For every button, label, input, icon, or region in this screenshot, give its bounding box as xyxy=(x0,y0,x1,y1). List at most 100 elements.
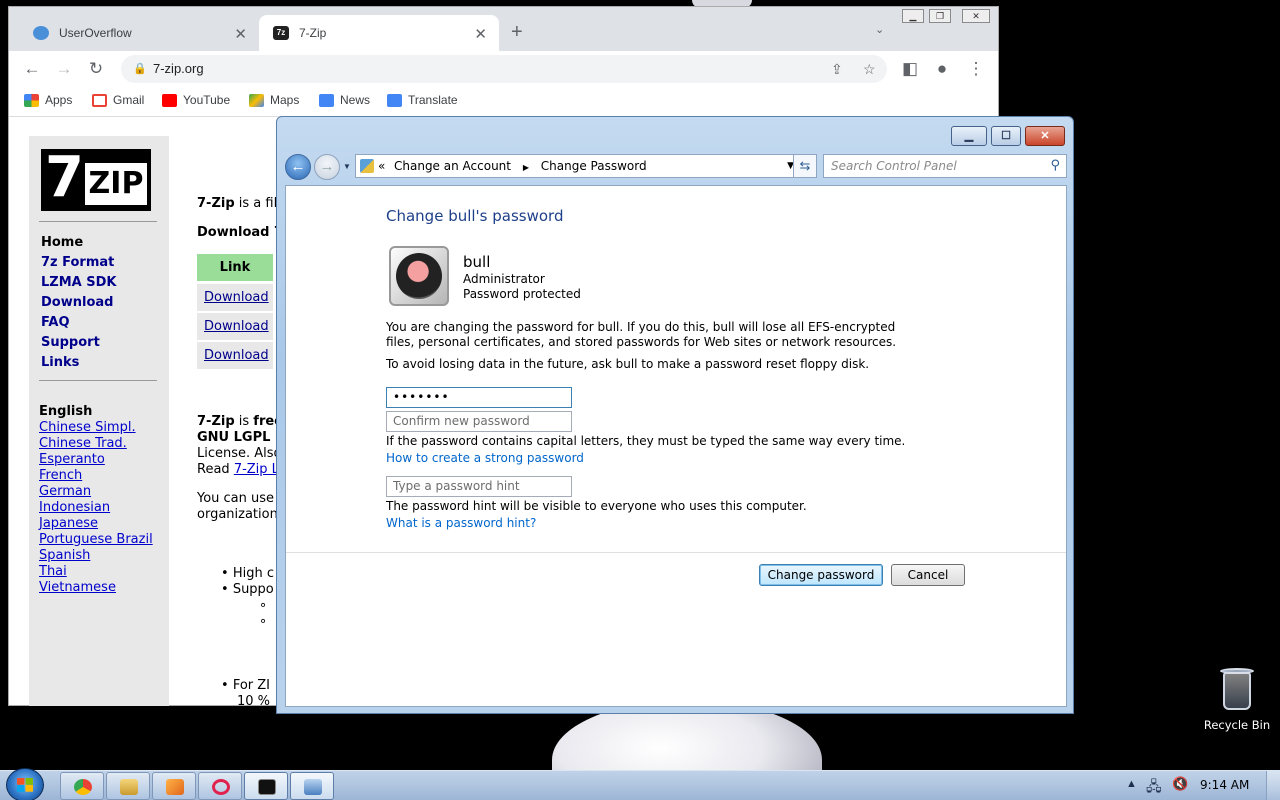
nav-download[interactable]: Download xyxy=(41,295,113,310)
feature-bullet: • High c xyxy=(221,566,274,581)
nav-links[interactable]: Links xyxy=(41,355,79,370)
recent-pages-dropdown-icon[interactable]: ▼ xyxy=(343,162,351,171)
close-window-button[interactable]: ✕ xyxy=(962,9,990,23)
nav-lzma-sdk[interactable]: LZMA SDK xyxy=(41,275,116,290)
language-link[interactable]: Japanese xyxy=(39,516,98,531)
taskbar-opera[interactable] xyxy=(198,772,242,800)
close-window-button[interactable]: ✕ xyxy=(1025,126,1065,146)
share-icon[interactable]: ⇪ xyxy=(831,55,843,83)
language-link[interactable]: Spanish xyxy=(39,548,90,563)
taskbar-control-panel[interactable] xyxy=(290,772,334,800)
taskbar-media-player[interactable] xyxy=(152,772,196,800)
show-hidden-icons-chevron-icon[interactable]: ▲ xyxy=(1126,778,1137,790)
cancel-button[interactable]: Cancel xyxy=(891,564,965,586)
tab-title: UserOverflow xyxy=(59,26,132,40)
forward-arrow-icon[interactable]: → xyxy=(53,58,75,80)
new-tab-button[interactable]: + xyxy=(511,21,523,44)
volume-muted-icon[interactable]: 🔇 xyxy=(1172,776,1188,792)
control-panel-icon xyxy=(304,779,322,795)
navigation-bar: ← → ▼ « Change an Account ▶ Change Passw… xyxy=(285,154,1067,180)
download-link[interactable]: Download xyxy=(197,284,273,311)
bookmark-youtube[interactable]: YouTube xyxy=(162,93,230,107)
breadcrumb-overflow[interactable]: « xyxy=(378,155,385,177)
maximize-button[interactable]: ☐ xyxy=(991,126,1021,146)
bookmark-maps[interactable]: Maps xyxy=(249,93,299,107)
license-link[interactable]: 7-Zip L xyxy=(234,462,279,477)
show-desktop-button[interactable] xyxy=(1266,771,1280,800)
download-link[interactable]: Download xyxy=(197,313,273,340)
language-link[interactable]: German xyxy=(39,484,91,499)
tab-7zip[interactable]: 7z 7-Zip ✕ xyxy=(259,15,499,51)
nav-7z-format[interactable]: 7z Format xyxy=(41,255,114,270)
taskbar: ▲ 🖧 🔇 9:14 AM xyxy=(0,768,1280,800)
news-icon xyxy=(319,93,334,107)
reload-icon[interactable]: ↻ xyxy=(85,58,107,80)
language-link[interactable]: Chinese Simpl. xyxy=(39,420,136,435)
download-link[interactable]: Download xyxy=(197,342,273,369)
language-link[interactable]: Portuguese Brazil xyxy=(39,532,153,547)
side-panel-icon[interactable]: ◧ xyxy=(899,58,921,80)
sub-bullet: ∘ xyxy=(259,598,268,613)
search-icon[interactable]: ⚲ xyxy=(1050,155,1060,177)
menu-kebab-icon[interactable]: ⋮ xyxy=(965,58,987,80)
nav-home[interactable]: Home xyxy=(41,235,83,250)
breadcrumb-change-password[interactable]: Change Password xyxy=(541,159,647,173)
system-clock[interactable]: 9:14 AM xyxy=(1200,778,1249,792)
tab-useroverflow[interactable]: UserOverflow ✕ xyxy=(19,15,259,51)
bookmark-label: Apps xyxy=(45,93,73,107)
intro-text: 7-Zip is a fil xyxy=(197,196,278,211)
strong-password-link[interactable]: How to create a strong password xyxy=(386,451,584,465)
bookmark-news[interactable]: News xyxy=(319,93,370,107)
back-arrow-icon[interactable]: ← xyxy=(285,154,311,180)
language-link[interactable]: French xyxy=(39,468,82,483)
new-password-field[interactable]: ••••••• xyxy=(386,387,572,408)
breadcrumb-separator-icon[interactable]: ▶ xyxy=(523,163,529,172)
useroverflow-favicon xyxy=(33,26,49,40)
hint-note: The password hint will be visible to eve… xyxy=(386,499,807,513)
refresh-icon[interactable]: ⇆ xyxy=(793,154,817,178)
breadcrumb-change-account[interactable]: Change an Account xyxy=(394,159,511,173)
bookmark-gmail[interactable]: Gmail xyxy=(92,93,144,107)
browser-toolbar: ← → ↻ 🔒 7-zip.org ⇪ ☆ ◧ ● ⋮ xyxy=(9,51,998,87)
minimize-button[interactable]: ▁ xyxy=(902,9,924,23)
tab-title: 7-Zip xyxy=(299,26,327,40)
start-button[interactable] xyxy=(6,768,44,800)
bookmark-apps[interactable]: Apps xyxy=(24,93,72,107)
language-link[interactable]: Vietnamese xyxy=(39,580,116,595)
forward-arrow-icon[interactable]: → xyxy=(314,154,340,180)
nav-faq[interactable]: FAQ xyxy=(41,315,70,330)
language-link[interactable]: Chinese Trad. xyxy=(39,436,127,451)
network-icon[interactable]: 🖧 xyxy=(1146,776,1162,800)
address-breadcrumb[interactable]: « Change an Account ▶ Change Password ▼ xyxy=(355,154,801,178)
password-hint-link[interactable]: What is a password hint? xyxy=(386,516,536,530)
language-link[interactable]: Esperanto xyxy=(39,452,105,467)
sub-bullet: ∘ xyxy=(259,614,268,629)
bookmark-star-icon[interactable]: ☆ xyxy=(863,55,876,83)
tab-search-chevron-icon[interactable]: ⌄ xyxy=(875,23,884,36)
page-title: Change bull's password xyxy=(386,207,564,225)
back-arrow-icon[interactable]: ← xyxy=(21,58,43,80)
language-link[interactable]: Indonesian xyxy=(39,500,110,515)
turntable-picture-icon xyxy=(396,253,442,299)
profile-avatar-icon[interactable]: ● xyxy=(931,58,953,80)
close-tab-icon[interactable]: ✕ xyxy=(234,25,247,43)
password-hint-field[interactable]: Type a password hint xyxy=(386,476,572,497)
search-control-panel-input[interactable]: Search Control Panel ⚲ xyxy=(823,154,1067,178)
bookmark-translate[interactable]: Translate xyxy=(387,93,458,107)
taskbar-cmd[interactable] xyxy=(244,772,288,800)
taskbar-explorer[interactable] xyxy=(106,772,150,800)
close-tab-icon[interactable]: ✕ xyxy=(474,25,487,43)
recycle-bin-shortcut[interactable]: Recycle Bin xyxy=(1200,666,1274,732)
taskbar-chrome[interactable] xyxy=(60,772,104,800)
change-password-button[interactable]: Change password xyxy=(759,564,883,586)
apps-grid-icon xyxy=(24,93,39,107)
nav-support[interactable]: Support xyxy=(41,335,100,350)
efs-warning-text: You are changing the password for bull. … xyxy=(386,320,897,349)
restore-button[interactable]: ❐ xyxy=(929,9,951,23)
minimize-button[interactable]: ▁ xyxy=(951,126,987,146)
address-bar[interactable]: 🔒 7-zip.org ⇪ ☆ xyxy=(121,55,887,83)
opera-icon xyxy=(212,779,230,795)
language-link[interactable]: Thai xyxy=(39,564,67,579)
confirm-password-field[interactable]: Confirm new password xyxy=(386,411,572,432)
cmd-icon xyxy=(258,779,276,795)
